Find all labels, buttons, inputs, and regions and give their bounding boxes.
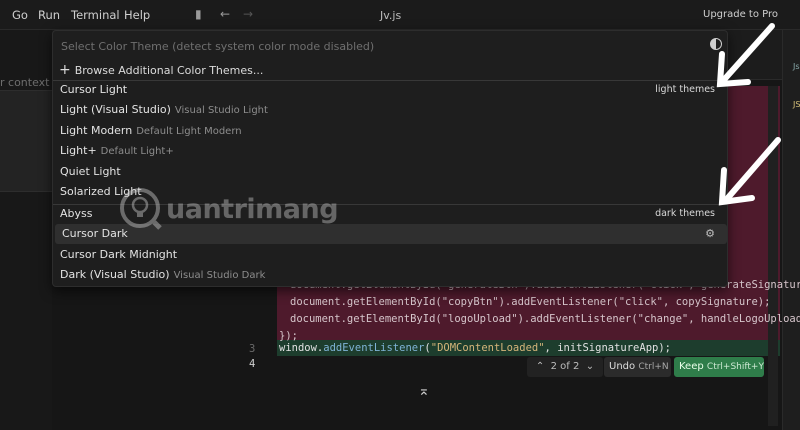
annotation-arrows bbox=[716, 23, 781, 206]
arrow-pointing-dark-themes bbox=[718, 137, 781, 206]
arrow-pointing-light-themes bbox=[716, 23, 775, 88]
